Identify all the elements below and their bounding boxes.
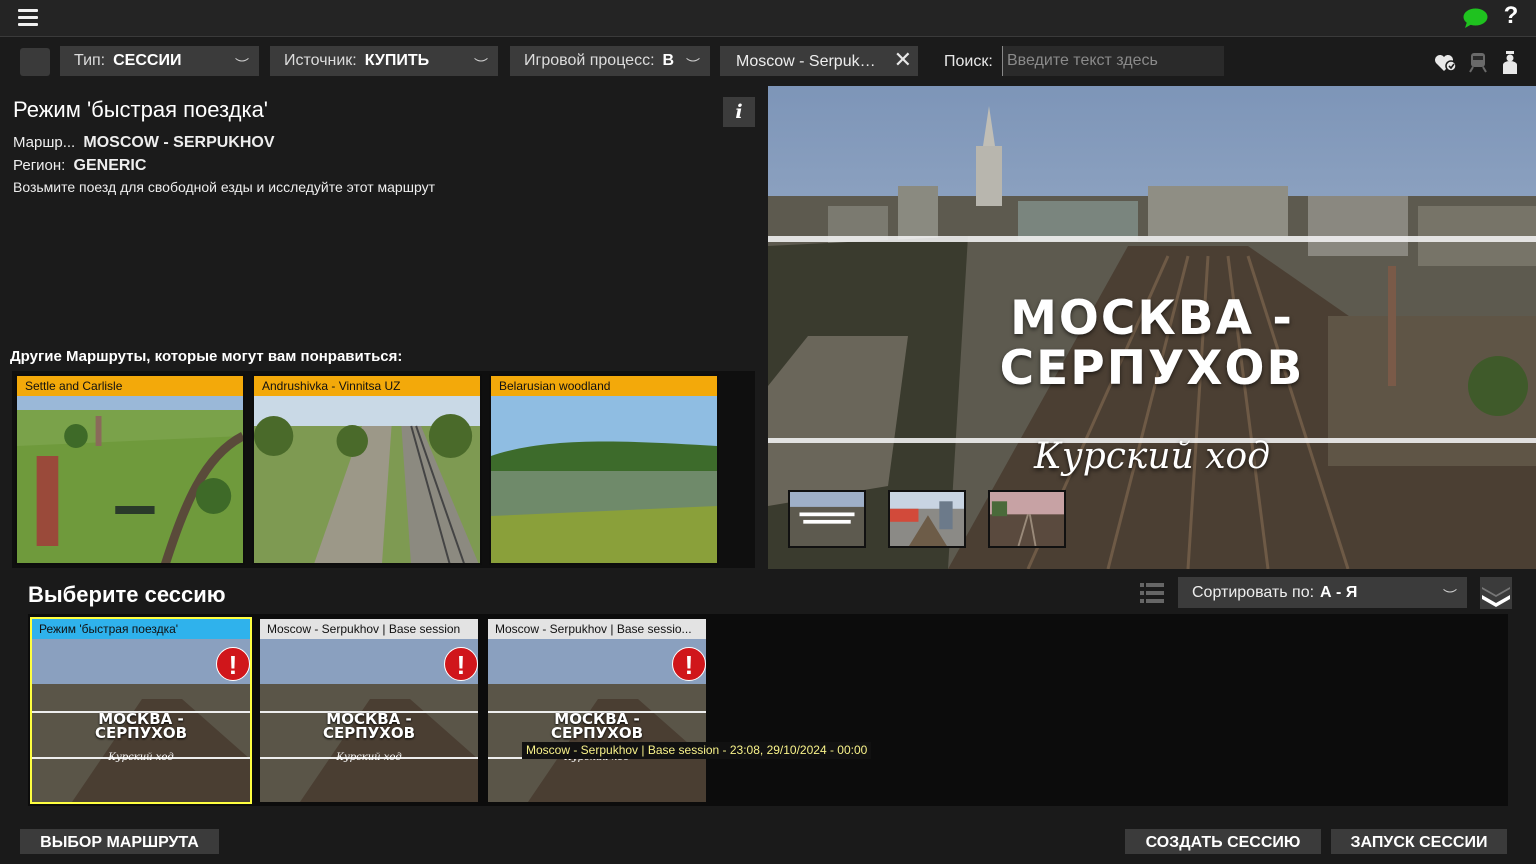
session-card-title: Moscow - Serpukhov | Base session <box>260 619 478 639</box>
session-card-base-session-2[interactable]: Moscow - Serpukhov | Base sessio... МОСК… <box>486 617 708 804</box>
session-card-hero-line2: СЕРПУХОВ <box>322 724 416 742</box>
sort-value: А - Я <box>1320 584 1358 601</box>
driver-icon[interactable] <box>1500 50 1520 74</box>
session-list: Режим 'быстрая поездка' МОСКВА - СЕРПУХО… <box>28 614 1508 806</box>
session-card-title: Режим 'быстрая поездка' <box>32 619 250 639</box>
hamburger-menu-icon[interactable] <box>18 9 38 27</box>
route-card-settle-carlisle[interactable]: Settle and Carlisle <box>15 374 245 565</box>
route-select-button[interactable]: ВЫБОР МАРШРУТА <box>20 829 219 854</box>
chevron-down-icon: ︶ <box>474 57 488 73</box>
warning-icon: ! <box>216 647 250 681</box>
route-row: Маршр... MOSCOW - SERPUKHOV <box>13 134 275 152</box>
session-card-hero-text: МОСКВА - СЕРПУХОВ <box>32 712 250 742</box>
sort-label: Сортировать по: <box>1192 584 1315 601</box>
route-description: Возьмите поезд для свободной езды и иссл… <box>13 179 435 195</box>
create-session-button[interactable]: СОЗДАТЬ СЕССИЮ <box>1125 829 1321 854</box>
close-icon[interactable]: ✕ <box>894 46 912 74</box>
sort-dropdown[interactable]: Сортировать по: А - Я ︶ <box>1178 577 1467 608</box>
gameplay-dropdown-value: В <box>662 52 675 69</box>
other-routes-list: Settle and Carlisle Andrushivka - Vinnit… <box>12 371 755 568</box>
search-input[interactable] <box>1002 46 1224 76</box>
session-card-hero-subtitle: Курский ход <box>108 752 174 763</box>
route-info-panel: Режим 'быстрая поездка' i Маршр... MOSCO… <box>0 86 768 570</box>
type-dropdown-label: Тип: <box>74 52 106 69</box>
session-card-quick-drive[interactable]: Режим 'быстрая поездка' МОСКВА - СЕРПУХО… <box>30 617 252 804</box>
favorite-heart-icon[interactable] <box>1434 53 1458 73</box>
other-routes-title: Другие Маршруты, которые могут вам понра… <box>10 348 403 365</box>
route-value: MOSCOW - SERPUKHOV <box>83 134 275 151</box>
session-card-hero-line2: СЕРПУХОВ <box>94 724 188 742</box>
help-icon[interactable]: ? <box>1502 2 1520 30</box>
gameplay-dropdown[interactable]: Игровой процесс: В ︶ <box>510 46 710 76</box>
route-card-image <box>254 396 480 563</box>
route-hero-image: МОСКВА - СЕРПУХОВ Курский ход <box>768 86 1536 569</box>
session-tooltip: Moscow - Serpukhov | Base session - 23:0… <box>522 742 872 759</box>
thumbnail-image <box>790 492 864 546</box>
filter-bar: Тип: СЕССИИ ︶ Источник: КУПИТЬ ︶ Игровой п… <box>0 38 1536 86</box>
gameplay-dropdown-label: Игровой процесс: <box>524 52 655 69</box>
hero-thumbnail-1[interactable] <box>788 490 866 548</box>
search-label: Поиск: <box>944 53 993 70</box>
chevron-down-icon: ︶ <box>1443 588 1457 604</box>
session-card-hero-subtitle: Курский ход <box>336 752 402 763</box>
chevron-down-icon: ︶ <box>235 57 249 73</box>
warning-icon: ! <box>444 647 478 681</box>
hero-thumbnail-3[interactable] <box>988 490 1066 548</box>
route-card-title: Belarusian woodland <box>491 376 717 396</box>
session-card-base-session[interactable]: Moscow - Serpukhov | Base session МОСКВА… <box>258 617 480 804</box>
collapse-button[interactable] <box>1480 577 1512 609</box>
filter-toggle-button[interactable] <box>20 48 50 76</box>
source-dropdown-label: Источник: <box>284 52 357 69</box>
hero-subtitle: Курский ход <box>1033 436 1271 477</box>
info-button[interactable]: i <box>723 97 755 127</box>
thumbnail-image <box>990 492 1064 546</box>
type-dropdown-value: СЕССИИ <box>113 52 182 69</box>
chevron-down-icon <box>1482 587 1510 607</box>
type-dropdown[interactable]: Тип: СЕССИИ ︶ <box>60 46 259 76</box>
hero-title: МОСКВА - СЕРПУХОВ <box>768 294 1536 394</box>
thumbnail-image <box>890 492 964 546</box>
mode-title: Режим 'быстрая поездка' <box>13 97 269 122</box>
top-bar: ? <box>0 0 1536 37</box>
route-card-belarusian-woodland[interactable]: Belarusian woodland <box>489 374 719 565</box>
warning-icon: ! <box>672 647 706 681</box>
hero-title-line2: СЕРПУХОВ <box>999 341 1305 396</box>
region-label: Регион: <box>13 157 66 174</box>
route-filter-chip: Moscow - Serpuk… ✕ <box>720 46 918 76</box>
sessions-title: Выберите сессию <box>28 582 226 607</box>
route-card-image <box>491 396 717 563</box>
list-view-icon[interactable] <box>1140 581 1164 605</box>
route-card-andrushivka-vinnitsa[interactable]: Andrushivka - Vinnitsa UZ <box>252 374 482 565</box>
region-value: GENERIC <box>73 157 147 174</box>
source-dropdown-value: КУПИТЬ <box>364 52 430 69</box>
hero-thumbnail-2[interactable] <box>888 490 966 548</box>
session-card-hero-line2: СЕРПУХОВ <box>550 724 644 742</box>
session-card-hero-text: МОСКВА - СЕРПУХОВ <box>488 712 706 742</box>
route-chip-label: Moscow - Serpuk… <box>736 53 876 70</box>
region-row: Регион: GENERIC <box>13 157 146 175</box>
session-card-title: Moscow - Serpukhov | Base sessio... <box>488 619 706 639</box>
chevron-down-icon: ︶ <box>686 57 700 73</box>
route-card-image <box>17 396 243 563</box>
route-label: Маршр... <box>13 134 76 151</box>
chat-icon[interactable] <box>1463 8 1488 28</box>
source-dropdown[interactable]: Источник: КУПИТЬ ︶ <box>270 46 498 76</box>
train-icon[interactable] <box>1468 51 1488 73</box>
session-card-hero-text: МОСКВА - СЕРПУХОВ <box>260 712 478 742</box>
route-card-title: Settle and Carlisle <box>17 376 243 396</box>
route-card-title: Andrushivka - Vinnitsa UZ <box>254 376 480 396</box>
hero-title-line1: МОСКВА - <box>1010 291 1294 346</box>
start-session-button[interactable]: ЗАПУСК СЕССИИ <box>1331 829 1507 854</box>
